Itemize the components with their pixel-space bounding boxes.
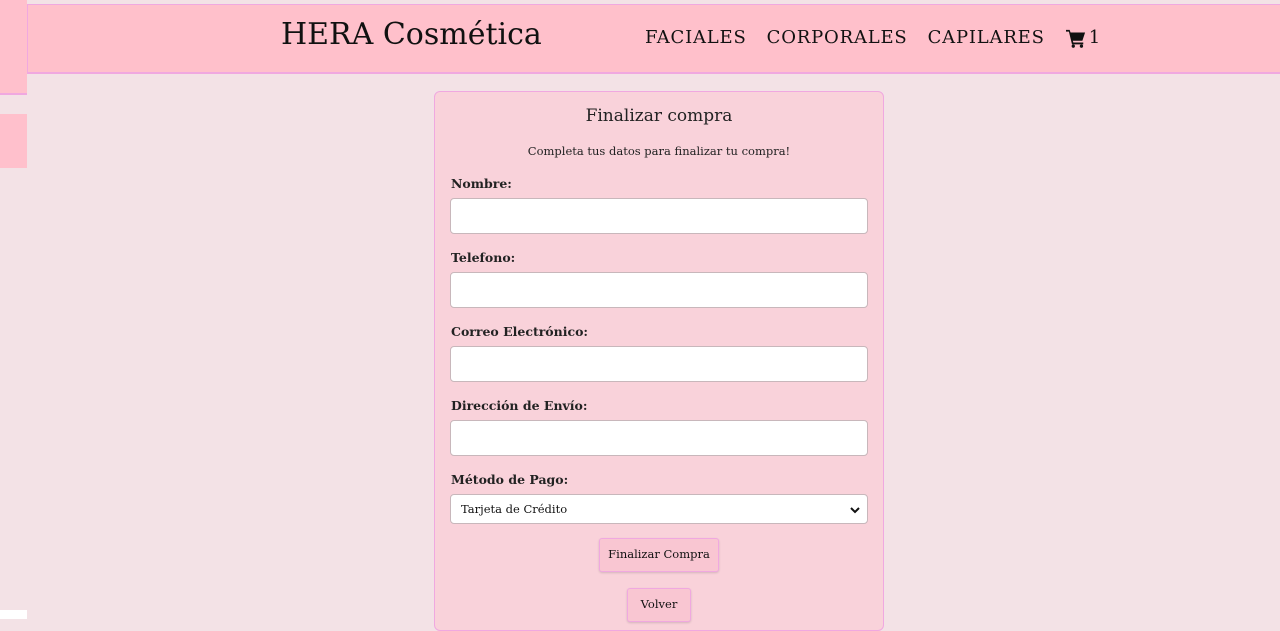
cart-count: 1 bbox=[1088, 27, 1101, 48]
top-navbar: HERA Cosmética FACIALES CORPORALES CAPIL… bbox=[27, 4, 1280, 74]
chevron-down-icon bbox=[850, 507, 860, 514]
payment-method-label: Método de Pago: bbox=[451, 472, 569, 487]
form-subtitle: Completa tus datos para finalizar tu com… bbox=[527, 144, 791, 158]
address-field[interactable] bbox=[450, 420, 868, 456]
finalizar-compra-button[interactable]: Finalizar Compra bbox=[599, 538, 719, 572]
main-nav: FACIALES CORPORALES CAPILARES 1 bbox=[645, 27, 1100, 48]
left-edge-panel bbox=[0, 0, 27, 619]
cart-button[interactable]: 1 bbox=[1065, 27, 1100, 48]
left-edge-block bbox=[0, 114, 27, 168]
nav-link-corporales[interactable]: CORPORALES bbox=[767, 27, 908, 48]
payment-method-select[interactable]: Tarjeta de Crédito bbox=[450, 494, 868, 524]
email-field[interactable] bbox=[450, 346, 868, 382]
direccion-label: Dirección de Envío: bbox=[451, 398, 588, 413]
nombre-field[interactable] bbox=[450, 198, 868, 234]
shopping-cart-icon bbox=[1065, 29, 1085, 48]
form-title: Finalizar compra bbox=[585, 106, 733, 126]
telefono-label: Telefono: bbox=[451, 250, 516, 265]
payment-method-value: Tarjeta de Crédito bbox=[461, 502, 568, 516]
correo-label: Correo Electrónico: bbox=[451, 324, 589, 339]
telefono-field[interactable] bbox=[450, 272, 868, 308]
left-edge-block bbox=[0, 0, 27, 95]
nav-link-capilares[interactable]: CAPILARES bbox=[928, 27, 1045, 48]
nav-link-faciales[interactable]: FACIALES bbox=[645, 27, 747, 48]
volver-button[interactable]: Volver bbox=[627, 588, 691, 622]
left-edge-block bbox=[0, 610, 27, 619]
nombre-label: Nombre: bbox=[451, 176, 512, 191]
brand-logo-text[interactable]: HERA Cosmética bbox=[281, 17, 542, 52]
checkout-form-card: Finalizar compra Completa tus datos para… bbox=[434, 91, 884, 631]
